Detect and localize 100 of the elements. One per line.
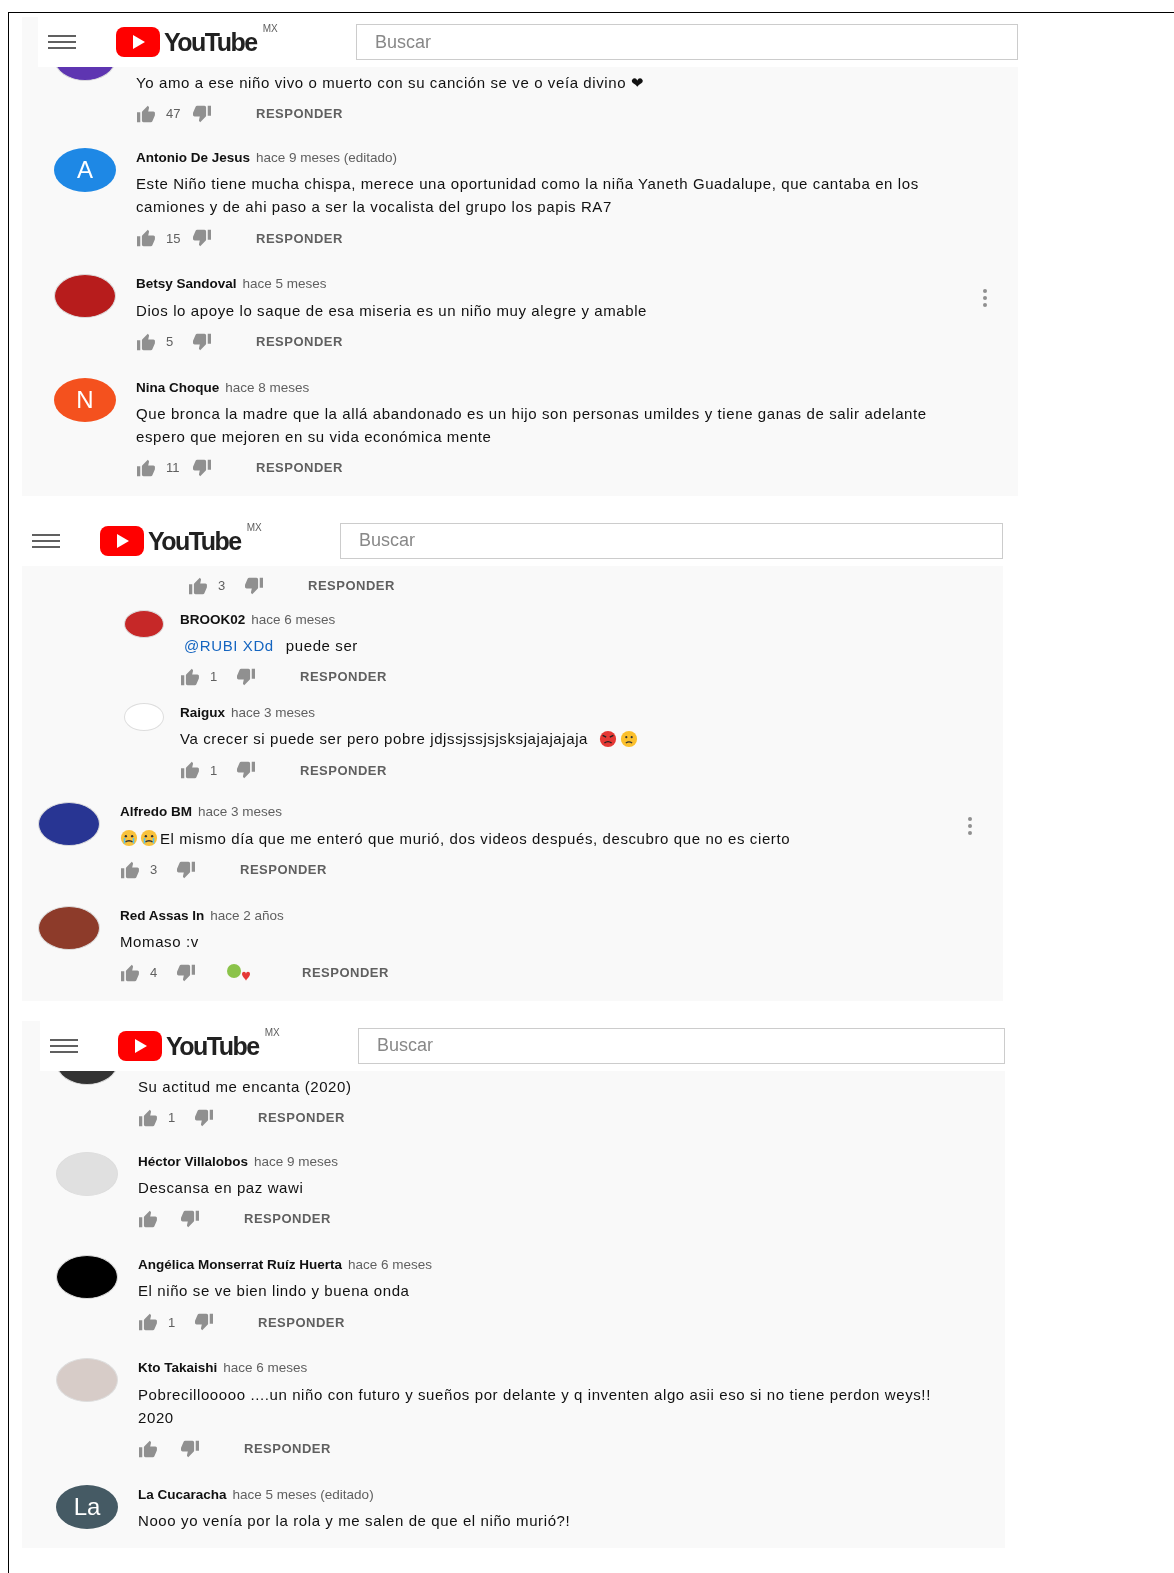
author-name[interactable]: Betsy Sandoval xyxy=(136,274,237,295)
comment-time[interactable]: hace 6 meses xyxy=(223,1358,308,1379)
thumbs-up-icon[interactable] xyxy=(136,332,156,351)
thumbs-up-icon[interactable] xyxy=(120,860,140,879)
comment-time[interactable]: hace 8 meses xyxy=(225,377,310,398)
crying-face-icon xyxy=(140,829,158,847)
reply-button[interactable]: RESPONDER xyxy=(236,1207,339,1231)
avatar[interactable]: La xyxy=(56,1484,118,1529)
menu-icon[interactable] xyxy=(32,532,60,549)
like-count: 5 xyxy=(166,332,175,351)
reply-button[interactable]: RESPONDER xyxy=(236,1436,339,1461)
comment-text: puede ser xyxy=(285,636,358,656)
like-count: 1 xyxy=(168,1109,177,1127)
thumbs-down-icon[interactable] xyxy=(244,576,264,595)
search-field[interactable]: Buscar xyxy=(340,522,1003,559)
comment-text: Momaso :v xyxy=(120,931,199,952)
thumbs-up-icon[interactable] xyxy=(120,963,140,982)
comment-text: Yo amo a ese niño vivo o muerto con su canción se ve o veía divino ❤ xyxy=(136,73,645,93)
author-name[interactable]: La Cucaracha xyxy=(138,1484,227,1505)
play-logo-icon[interactable] xyxy=(100,525,144,556)
comment-time[interactable]: hace 2 años xyxy=(210,905,284,926)
author-name[interactable]: Héctor Villalobos xyxy=(138,1151,249,1172)
author-name[interactable]: Angélica Monserrat Ruíz Huerta xyxy=(138,1255,343,1276)
comment-text: Que bronca la madre que la allá abandonado es un hijo son personas umildes y tiene ganas de salir adelante espero que mejoren en su vida económica mente xyxy=(136,403,928,447)
reply-button[interactable]: RESPONDER xyxy=(250,1106,353,1130)
thumbs-down-icon[interactable] xyxy=(192,332,212,351)
comment-time[interactable]: hace 5 meses (editado) xyxy=(232,1484,374,1505)
menu-icon[interactable] xyxy=(48,34,76,50)
thumbs-up-icon[interactable] xyxy=(180,668,200,686)
thumbs-down-icon[interactable] xyxy=(236,668,256,686)
comment-time[interactable]: hace 5 meses xyxy=(242,274,327,295)
author-name[interactable]: Red Assas In xyxy=(120,905,205,926)
reply-button[interactable]: RESPONDER xyxy=(232,857,335,882)
thumbs-up-icon[interactable] xyxy=(188,576,208,595)
thumbs-up-icon[interactable] xyxy=(138,1210,158,1228)
thumbs-up-icon[interactable] xyxy=(180,761,200,780)
mention-link[interactable]: @RUBI XDd xyxy=(184,634,274,657)
avatar[interactable]: N xyxy=(54,377,116,422)
thumbs-down-icon[interactable] xyxy=(176,963,196,982)
comment-text: Nooo yo venía por la rola y me salen de que el niño murió?! xyxy=(138,1510,571,1531)
thumbs-down-icon[interactable] xyxy=(192,458,212,477)
more-options-icon[interactable] xyxy=(982,288,988,309)
sad-face-icon xyxy=(620,729,639,748)
reply-button[interactable]: RESPONDER xyxy=(292,665,395,689)
thumbs-down-icon[interactable] xyxy=(180,1439,200,1458)
author-name[interactable]: Alfredo BM xyxy=(120,802,192,823)
reply-button[interactable]: RESPONDER xyxy=(248,456,351,480)
thumbs-down-icon[interactable] xyxy=(236,761,256,780)
comment-time[interactable]: hace 3 meses xyxy=(198,802,283,823)
thumbs-down-icon[interactable] xyxy=(194,1108,214,1127)
comment-time[interactable]: hace 9 meses (editado) xyxy=(256,148,398,169)
comment-time[interactable]: hace 9 meses xyxy=(254,1151,339,1172)
reply-button[interactable]: RESPONDER xyxy=(248,226,351,250)
thumbs-down-icon[interactable] xyxy=(192,229,212,248)
thumbs-up-icon[interactable] xyxy=(138,1439,158,1458)
comment-text: Pobrecillooooo ....un niño con futuro y sueños por delante y q inventen algo asii eso si no tiene perdon weys!! 2020 xyxy=(138,1384,932,1428)
avatar-photo-placeholder[interactable] xyxy=(56,1255,118,1299)
thumbs-down-icon[interactable] xyxy=(176,860,196,879)
thumbs-down-icon[interactable] xyxy=(180,1210,200,1228)
author-name[interactable]: Nina Choque xyxy=(136,377,220,398)
comment-time[interactable]: hace 6 meses xyxy=(348,1255,433,1276)
like-count: 15 xyxy=(166,229,182,248)
logo-wordmark[interactable]: YouTube xyxy=(164,27,257,57)
reply-button[interactable]: RESPONDER xyxy=(292,758,395,782)
logo-wordmark[interactable]: YouTube xyxy=(148,525,241,556)
menu-icon[interactable] xyxy=(50,1037,78,1054)
author-name[interactable]: BROOK02 xyxy=(180,609,246,630)
search-field[interactable]: Buscar xyxy=(358,1027,1005,1064)
thumbs-down-icon[interactable] xyxy=(192,105,212,123)
author-name[interactable]: Raigux xyxy=(180,703,225,724)
like-count: 1 xyxy=(210,761,219,780)
author-name[interactable]: Antonio De Jesus xyxy=(136,148,251,169)
thumbs-up-icon[interactable] xyxy=(138,1108,158,1127)
thumbs-up-icon[interactable] xyxy=(138,1313,158,1332)
avatar[interactable]: A xyxy=(54,148,116,192)
like-count: 3 xyxy=(218,577,227,595)
reply-button[interactable]: RESPONDER xyxy=(248,329,351,354)
comment-text: Descansa en paz wawi xyxy=(138,1178,304,1198)
comment-time[interactable]: hace 6 meses xyxy=(251,609,336,630)
more-options-icon[interactable] xyxy=(967,816,973,837)
thumbs-up-icon[interactable] xyxy=(136,229,156,248)
reply-button[interactable]: RESPONDER xyxy=(248,102,351,126)
play-logo-icon[interactable] xyxy=(116,27,160,57)
like-count: 47 xyxy=(166,105,182,124)
author-name[interactable]: Kto Takaishi xyxy=(138,1358,218,1379)
thumbs-down-icon[interactable] xyxy=(194,1313,214,1332)
region-label: MX xyxy=(262,22,278,36)
reply-button[interactable]: RESPONDER xyxy=(294,961,397,985)
logo-wordmark[interactable]: YouTube xyxy=(166,1030,259,1061)
play-logo-icon[interactable] xyxy=(118,1030,162,1061)
reply-button[interactable]: RESPONDER xyxy=(300,574,403,598)
thumbs-up-icon[interactable] xyxy=(136,105,156,123)
reply-button[interactable]: RESPONDER xyxy=(250,1310,353,1334)
search-field[interactable]: Buscar xyxy=(356,24,1018,60)
region-label: MX xyxy=(246,520,262,535)
like-count: 1 xyxy=(210,668,219,687)
comment-text: El niño se ve bien lindo y buena onda xyxy=(138,1281,410,1302)
thumbs-up-icon[interactable] xyxy=(136,458,156,477)
like-count: 3 xyxy=(150,860,159,879)
comment-time[interactable]: hace 3 meses xyxy=(231,703,316,724)
